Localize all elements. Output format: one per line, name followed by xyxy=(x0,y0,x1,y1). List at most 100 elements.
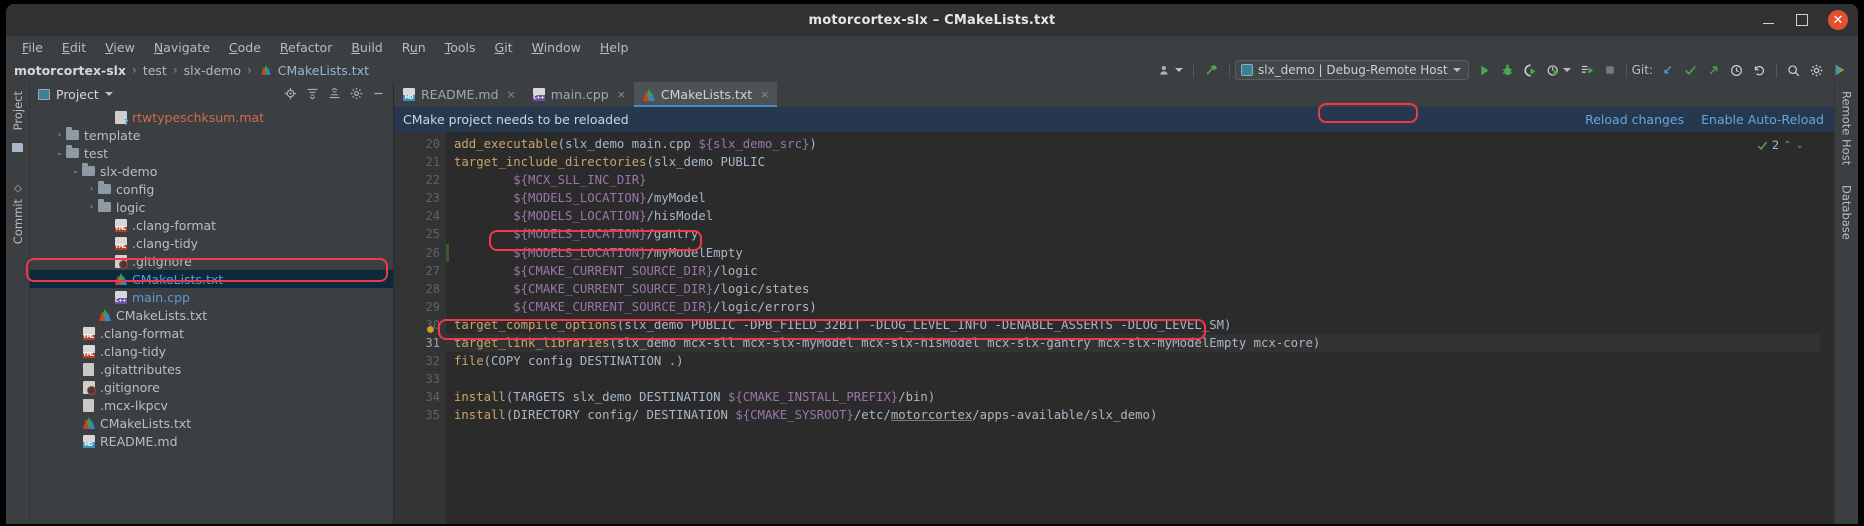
profile-icon[interactable] xyxy=(1154,59,1188,81)
menu-git[interactable]: Git xyxy=(487,38,521,57)
tree-item-logic[interactable]: › logic xyxy=(30,198,393,216)
line-number[interactable]: 32 xyxy=(394,352,446,370)
tree-item-rtwtypeschksum-mat[interactable]: rtwtypeschksum.mat xyxy=(30,108,393,127)
tool-tab-project[interactable]: Project xyxy=(11,88,25,133)
chevron-down-icon[interactable]: ⌄ xyxy=(1796,140,1804,151)
tree-item-clang-format[interactable]: YML .clang-format xyxy=(30,324,393,342)
menu-help[interactable]: Help xyxy=(592,38,637,57)
debug-icon[interactable] xyxy=(1496,59,1519,81)
menu-tools[interactable]: Tools xyxy=(437,38,484,57)
close-icon[interactable]: × xyxy=(507,88,516,101)
run-coverage-icon[interactable] xyxy=(1519,59,1542,81)
line-number[interactable]: 35 xyxy=(394,406,446,424)
menu-code[interactable]: Code xyxy=(221,38,269,57)
locate-icon[interactable] xyxy=(284,85,297,104)
tree-expand-arrow[interactable]: › xyxy=(54,130,65,140)
tree-expand-arrow[interactable]: ⌄ xyxy=(70,166,81,176)
code-line[interactable]: ${CMAKE_CURRENT_SOURCE_DIR}/logic xyxy=(446,262,1820,280)
profiler-icon[interactable] xyxy=(1542,59,1576,81)
tree-item-clang-format[interactable]: YML .clang-format xyxy=(30,216,393,234)
tree-item-main-cpp[interactable]: C++ main.cpp xyxy=(30,288,393,306)
run-configuration-selector[interactable]: slx_demo | Debug-Remote Host xyxy=(1234,60,1469,80)
menu-refactor[interactable]: Refactor xyxy=(272,38,340,57)
settings-icon[interactable] xyxy=(350,85,363,104)
git-push-icon[interactable] xyxy=(1702,59,1725,81)
code-line[interactable] xyxy=(446,370,1820,388)
breadcrumb-item-1[interactable]: test xyxy=(143,63,167,78)
code-line[interactable]: file(COPY config DESTINATION .) xyxy=(446,352,1820,370)
line-number[interactable]: 30 xyxy=(394,316,446,334)
expand-all-icon[interactable] xyxy=(306,85,319,104)
editor-tab-readme-md[interactable]: MD README.md × xyxy=(394,82,524,107)
history-icon[interactable] xyxy=(1725,59,1748,81)
line-number[interactable]: 20 xyxy=(394,135,446,153)
menu-run[interactable]: Run xyxy=(394,38,434,57)
tree-expand-arrow[interactable]: › xyxy=(86,202,97,212)
tree-item-slx-demo[interactable]: ⌄ slx-demo xyxy=(30,162,393,180)
tool-tab-remote-host[interactable]: Remote Host xyxy=(1840,88,1854,168)
run-icon[interactable] xyxy=(1469,59,1496,81)
code-line[interactable]: add_executable(slx_demo main.cpp ${slx_d… xyxy=(446,135,1820,153)
code-line[interactable]: ${MODELS_LOCATION}/gantry xyxy=(446,225,1820,243)
tree-expand-arrow[interactable]: › xyxy=(86,184,97,194)
tree-item-test[interactable]: ⌄ test xyxy=(30,144,393,162)
code-line[interactable]: ${MODELS_LOCATION}/myModelEmpty xyxy=(446,243,1820,262)
tree-item-gitignore[interactable]: .gitignore xyxy=(30,378,393,396)
tool-tab-commit[interactable]: Commit ◇ xyxy=(11,180,25,247)
menu-navigate[interactable]: Navigate xyxy=(146,38,218,57)
maximize-button[interactable] xyxy=(1794,12,1810,28)
breadcrumb-item-3[interactable]: CMakeLists.txt xyxy=(278,63,369,78)
attach-icon[interactable] xyxy=(1576,59,1599,81)
menu-file[interactable]: File xyxy=(14,38,51,57)
line-number[interactable]: 34 xyxy=(394,388,446,406)
tree-item-cmakelists-txt[interactable]: CMakeLists.txt xyxy=(30,414,393,432)
project-tree[interactable]: rtwtypeschksum.mat›template⌄test⌄slx-dem… xyxy=(30,106,393,524)
search-icon[interactable] xyxy=(1782,59,1805,81)
line-number[interactable]: 28 xyxy=(394,280,446,298)
line-number[interactable]: 21 xyxy=(394,153,446,171)
tree-item-cmakelists-txt[interactable]: CMakeLists.txt xyxy=(30,270,393,288)
breadcrumb-item-0[interactable]: motorcortex-slx xyxy=(14,63,126,78)
editor-right-gutter[interactable]: 2 ⌃ ⌄ xyxy=(1757,132,1834,524)
editor-tab-cmakelists-txt[interactable]: CMakeLists.txt × xyxy=(633,82,778,107)
tree-item-mcx-lkpcv[interactable]: .mcx-lkpcv xyxy=(30,396,393,414)
line-number[interactable]: 29 xyxy=(394,298,446,316)
menu-edit[interactable]: Edit xyxy=(54,38,94,57)
menu-build[interactable]: Build xyxy=(343,38,390,57)
line-number-gutter[interactable]: 20 21 22 23 24 25 26 27 28 29 30 31 32 33 34 35 xyxy=(394,132,446,524)
line-number[interactable]: 26 xyxy=(394,244,446,262)
line-number[interactable]: 25 xyxy=(394,225,446,243)
editor-tab-main-cpp[interactable]: C++ main.cpp × xyxy=(524,82,634,107)
code-line[interactable]: target_include_directories(slx_demo PUBL… xyxy=(446,153,1820,171)
menu-window[interactable]: Window xyxy=(524,38,589,57)
code-line[interactable]: install(TARGETS slx_demo DESTINATION ${C… xyxy=(446,388,1820,406)
git-update-icon[interactable] xyxy=(1656,59,1679,81)
tree-expand-arrow[interactable]: ⌄ xyxy=(54,148,65,158)
close-button[interactable]: ✕ xyxy=(1828,10,1848,30)
code-line[interactable]: install(DIRECTORY config/ DESTINATION ${… xyxy=(446,406,1820,424)
line-number[interactable]: 33 xyxy=(394,370,446,388)
menu-view[interactable]: View xyxy=(97,38,143,57)
chevron-down-icon[interactable] xyxy=(104,92,113,96)
rollback-icon[interactable] xyxy=(1748,59,1771,81)
tree-item-template[interactable]: › template xyxy=(30,126,393,144)
inspection-status[interactable]: 2 ⌃ ⌄ xyxy=(1757,138,1804,152)
tree-item-clang-tidy[interactable]: YML .clang-tidy xyxy=(30,342,393,360)
code-line[interactable]: target_compile_options(slx_demo PUBLIC -… xyxy=(446,316,1820,334)
close-icon[interactable]: × xyxy=(617,88,626,101)
code-line[interactable]: ${MCX_SLL_INC_DIR} xyxy=(446,171,1820,189)
reload-changes-link[interactable]: Reload changes xyxy=(1585,112,1684,127)
tree-item-config[interactable]: › config xyxy=(30,180,393,198)
collapse-all-icon[interactable] xyxy=(328,85,341,104)
line-number[interactable]: 27 xyxy=(394,262,446,280)
code-line[interactable]: ${CMAKE_CURRENT_SOURCE_DIR}/logic/errors… xyxy=(446,298,1820,316)
code-line[interactable]: ${CMAKE_CURRENT_SOURCE_DIR}/logic/states xyxy=(446,280,1820,298)
line-number[interactable]: 23 xyxy=(394,189,446,207)
hide-panel-icon[interactable] xyxy=(372,85,385,104)
tool-tab-database[interactable]: Database xyxy=(1840,182,1854,243)
tree-item-gitignore[interactable]: .gitignore xyxy=(30,252,393,270)
code-line[interactable]: ${MODELS_LOCATION}/hisModel xyxy=(446,207,1820,225)
line-number[interactable]: 31 xyxy=(394,334,446,352)
tree-item-cmakelists-txt[interactable]: CMakeLists.txt xyxy=(30,306,393,324)
chevron-up-icon[interactable]: ⌃ xyxy=(1783,140,1791,151)
